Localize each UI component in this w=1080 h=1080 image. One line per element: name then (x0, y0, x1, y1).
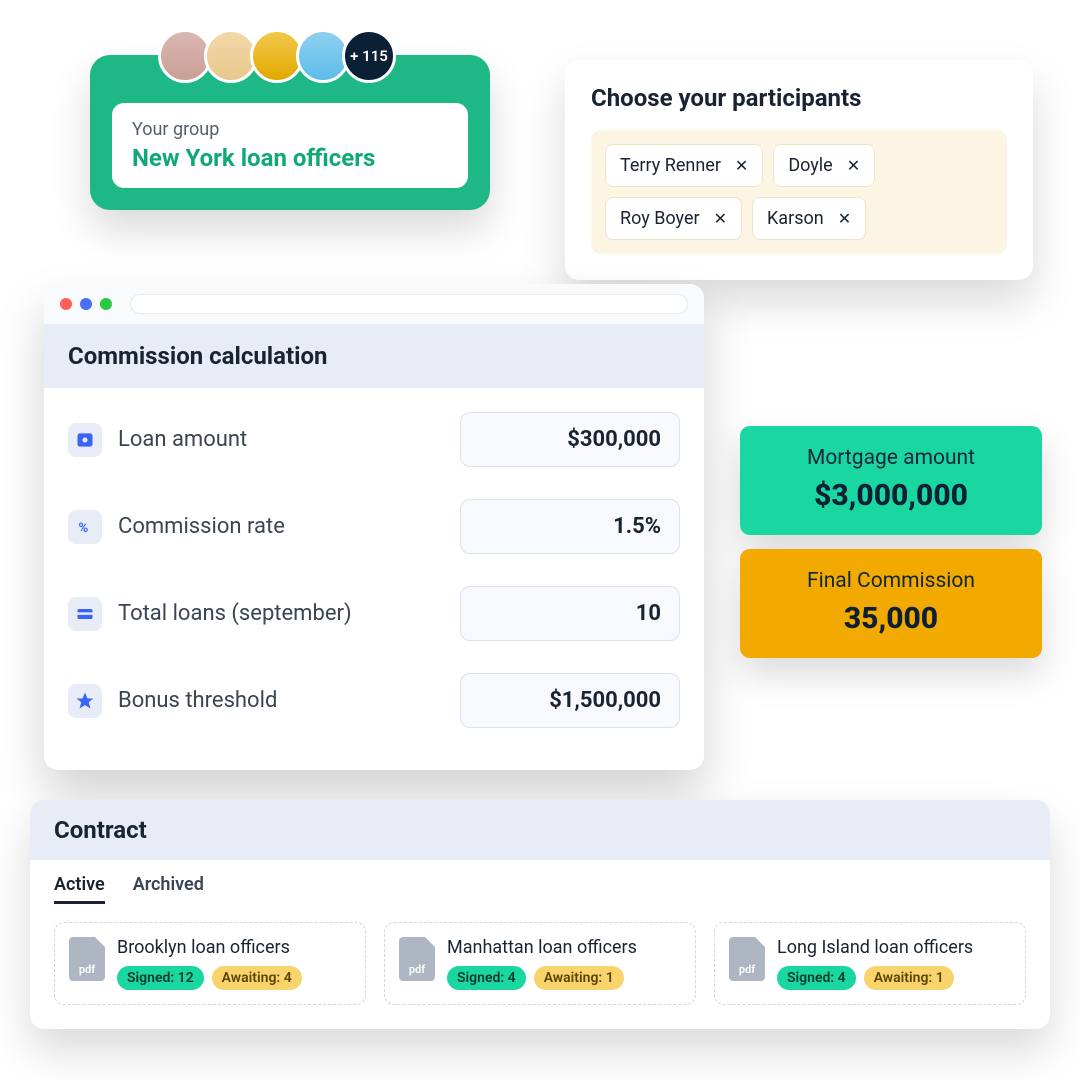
close-icon[interactable]: ✕ (847, 156, 860, 175)
bonus-threshold-input[interactable]: $1,500,000 (460, 673, 680, 728)
group-card: + 115 Your group New York loan officers (90, 55, 490, 210)
contract-tile[interactable]: pdf Manhattan loan officers Signed: 4 Aw… (384, 922, 696, 1005)
signed-badge: Signed: 4 (447, 966, 526, 990)
tab-archived[interactable]: Archived (133, 874, 204, 904)
chip-label: Roy Boyer (620, 208, 700, 229)
row-label: Commission rate (118, 514, 285, 539)
commission-label: Final Commission (750, 569, 1032, 593)
contract-card: Contract Active Archived pdf Brooklyn lo… (30, 800, 1050, 1029)
contract-tabs: Active Archived (30, 860, 1050, 910)
contract-tile[interactable]: pdf Brooklyn loan officers Signed: 12 Aw… (54, 922, 366, 1005)
avatar-row: + 115 (158, 29, 396, 83)
chip-label: Terry Renner (620, 155, 721, 176)
mortgage-label: Mortgage amount (750, 446, 1032, 470)
card-icon (68, 597, 102, 631)
participant-chip[interactable]: Karson ✕ (752, 197, 866, 240)
window-close-icon[interactable] (60, 298, 72, 310)
participants-chips: Terry Renner ✕ Doyle ✕ Roy Boyer ✕ Karso… (591, 130, 1007, 254)
chip-label: Doyle (788, 155, 832, 176)
contract-tile[interactable]: pdf Long Island loan officers Signed: 4 … (714, 922, 1026, 1005)
row-label: Bonus threshold (118, 688, 277, 713)
avatar-overflow[interactable]: + 115 (342, 29, 396, 83)
percent-icon: % (68, 510, 102, 544)
svg-text:%: % (78, 521, 88, 536)
window-zoom-icon[interactable] (100, 298, 112, 310)
calc-title: Commission calculation (44, 324, 704, 388)
group-inner: Your group New York loan officers (112, 103, 468, 188)
close-icon[interactable]: ✕ (714, 209, 727, 228)
loan-amount-input[interactable]: $300,000 (460, 412, 680, 467)
result-stack: Mortgage amount $3,000,000 Final Commiss… (740, 426, 1042, 658)
money-icon (68, 423, 102, 457)
commission-value: 35,000 (750, 601, 1032, 636)
calc-row-commission-rate: % Commission rate 1.5% (64, 483, 684, 570)
window-minimize-icon[interactable] (80, 298, 92, 310)
participant-chip[interactable]: Terry Renner ✕ (605, 144, 763, 187)
participant-chip[interactable]: Roy Boyer ✕ (605, 197, 742, 240)
participants-title: Choose your participants (591, 84, 1007, 112)
calc-row-bonus-threshold: Bonus threshold $1,500,000 (64, 657, 684, 744)
row-label: Total loans (september) (118, 601, 352, 626)
pdf-icon: pdf (729, 937, 765, 981)
contract-row: pdf Brooklyn loan officers Signed: 12 Aw… (30, 910, 1050, 1029)
close-icon[interactable]: ✕ (838, 209, 851, 228)
address-bar[interactable] (130, 294, 688, 314)
row-label: Loan amount (118, 427, 247, 452)
contract-title: Contract (30, 800, 1050, 860)
close-icon[interactable]: ✕ (735, 156, 748, 175)
mortgage-value: $3,000,000 (750, 478, 1032, 513)
signed-badge: Signed: 4 (777, 966, 856, 990)
tile-title: Long Island loan officers (777, 937, 973, 958)
participant-chip[interactable]: Doyle ✕ (773, 144, 875, 187)
total-loans-input[interactable]: 10 (460, 586, 680, 641)
awaiting-badge: Awaiting: 1 (864, 966, 954, 990)
calc-row-total-loans: Total loans (september) 10 (64, 570, 684, 657)
pdf-icon: pdf (69, 937, 105, 981)
calc-window: Commission calculation Loan amount $300,… (44, 284, 704, 770)
chip-label: Karson (767, 208, 824, 229)
awaiting-badge: Awaiting: 1 (534, 966, 624, 990)
participants-card: Choose your participants Terry Renner ✕ … (565, 60, 1033, 280)
commission-rate-input[interactable]: 1.5% (460, 499, 680, 554)
group-name: New York loan officers (132, 144, 448, 172)
final-commission-card: Final Commission 35,000 (740, 549, 1042, 658)
mortgage-amount-card: Mortgage amount $3,000,000 (740, 426, 1042, 535)
pdf-icon: pdf (399, 937, 435, 981)
calc-row-loan-amount: Loan amount $300,000 (64, 396, 684, 483)
window-chrome (44, 284, 704, 324)
star-icon (68, 684, 102, 718)
awaiting-badge: Awaiting: 4 (212, 966, 302, 990)
group-label: Your group (132, 119, 448, 140)
signed-badge: Signed: 12 (117, 966, 204, 990)
tile-title: Manhattan loan officers (447, 937, 637, 958)
tile-title: Brooklyn loan officers (117, 937, 302, 958)
calc-body: Loan amount $300,000 % Commission rate 1… (44, 388, 704, 770)
tab-active[interactable]: Active (54, 874, 105, 904)
